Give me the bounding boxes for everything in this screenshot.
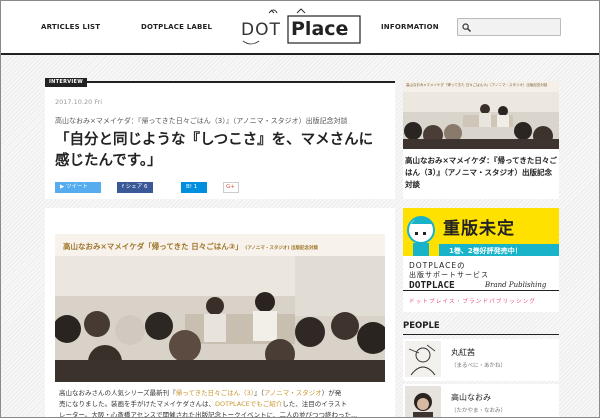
- hatena-icon: B!: [186, 184, 192, 190]
- nav-dotplace-label[interactable]: DOTPLACE LABEL: [141, 23, 212, 31]
- person-avatar: [405, 386, 441, 417]
- article-paragraph: 高山なおみさんの人気シリーズ最新刊『帰ってきた日々ごはん（3）』（アノニマ・スタ…: [59, 388, 383, 418]
- person-avatar: [405, 341, 441, 377]
- nav-articles-list[interactable]: ARTICLES LIST: [41, 23, 100, 31]
- paragraph-line-1: 高山なおみさんの人気シリーズ最新刊『帰ってきた日々ごはん（3）』（アノニマ・スタ…: [59, 388, 383, 399]
- gplus-button[interactable]: G+: [223, 182, 239, 193]
- page-frame: ARTICLES LIST DOTPLACE LABEL DOT Place I…: [0, 0, 600, 418]
- article-header: 2017.10.20 Fri 高山なおみ×マメイケダ：『帰ってきた日々ごはん（3…: [45, 81, 395, 199]
- tweet-label: ツイート: [65, 184, 88, 190]
- ad-brand: DOTPLACE: [409, 280, 455, 291]
- article-date: 2017.10.20 Fri: [55, 98, 103, 106]
- avatar-photo: [405, 386, 441, 417]
- banner-headline-main: 高山なおみ×マメイケダ「帰ってきた 日々ごはん③」: [63, 242, 243, 251]
- brand-publishing-ad[interactable]: 重版未定 1巻、2巻好評発売中！ DOTPLACEの 出版サポートサービス DO…: [403, 208, 559, 312]
- line1-prefix: 高山なおみさんの人気シリーズ最新刊『: [59, 389, 176, 397]
- line1-suffix: ）が発: [321, 389, 342, 397]
- person-name: 丸紅茜: [451, 348, 475, 357]
- dotplace-intro-link[interactable]: DOTPLACEでもご紹介: [215, 400, 282, 408]
- logo-place-text: Place: [291, 18, 349, 40]
- ad-brand-script: Brand Publishing: [485, 281, 547, 289]
- ad-subtitle: 1巻、2巻好評発売中！: [449, 247, 522, 255]
- facebook-share-count: 6: [143, 184, 148, 190]
- banner-headline-sub: (アノニマ・スタジオ) 出版記念対談: [245, 246, 319, 251]
- related-article-caption[interactable]: 高山なおみ×マメイケダ：『帰ってきた日々ごはん（3）』（アノニマ・スタジオ）出版…: [405, 155, 557, 191]
- ad-line-2: 出版サポートサービス: [409, 271, 489, 279]
- hatena-count: 1: [193, 184, 198, 190]
- publisher-link[interactable]: アノニマ・スタジオ: [264, 389, 322, 397]
- site-header: ARTICLES LIST DOTPLACE LABEL DOT Place I…: [1, 1, 599, 55]
- search-icon: [462, 23, 471, 32]
- article-body: 高山なおみ×マメイケダ「帰ってきた 日々ごはん③」 (アノニマ・スタジオ) 出版…: [45, 208, 395, 418]
- person-kana: （まるべに・あかね）: [451, 363, 507, 369]
- search-input[interactable]: [474, 20, 558, 34]
- person-card[interactable]: 高山なおみ （たかやま・なおみ）: [403, 384, 559, 417]
- book-link[interactable]: 帰ってきた日々ごはん（3）: [176, 389, 254, 397]
- article-title: 「自分と同じような『しつこさ』を、マメさんに感じたんです。」: [55, 132, 374, 169]
- tweet-button[interactable]: ▶ ツイート: [55, 182, 101, 193]
- person-card[interactable]: 丸紅茜 （まるべに・あかね）: [403, 339, 559, 381]
- search-box[interactable]: [457, 18, 561, 36]
- line1-mid: 』（: [254, 389, 264, 397]
- hatena-bookmark-button[interactable]: B! 1: [181, 182, 207, 193]
- people-divider: [403, 334, 559, 335]
- avatar-illustration: [405, 341, 441, 377]
- site-logo[interactable]: DOT Place: [239, 7, 363, 49]
- gplus-icon: G+: [226, 184, 235, 190]
- person-kana: （たかやま・なおみ）: [451, 408, 507, 414]
- facebook-share-label: シェア: [125, 184, 143, 190]
- banner-headline: 高山なおみ×マメイケダ「帰ってきた 日々ごはん③」 (アノニマ・スタジオ) 出版…: [63, 241, 318, 252]
- article-hero-image: 高山なおみ×マメイケダ「帰ってきた 日々ごはん③」 (アノニマ・スタジオ) 出版…: [55, 234, 385, 382]
- people-heading: PEOPLE: [403, 321, 440, 331]
- logo-dot-text: DOT: [241, 20, 281, 40]
- event-photo: [55, 234, 385, 382]
- related-article-card[interactable]: 高山なおみ×マメイケダ「帰ってきた 日々ごはん③」（アノニマ・スタジオ）出版記念…: [403, 81, 559, 199]
- paragraph-line-3: レーター。大阪・心斎橋アセンスで開催された出版記念トークイベントに、二人の並びつ…: [59, 411, 358, 418]
- related-image-header: 高山なおみ×マメイケダ「帰ってきた 日々ごはん③」（アノニマ・スタジオ）出版記念…: [406, 83, 548, 87]
- interview-badge: INTERVIEW: [45, 78, 88, 87]
- facebook-share-button[interactable]: f シェア 6: [117, 182, 153, 193]
- line2-suffix: した、注目のイラスト: [282, 400, 348, 408]
- nav-information[interactable]: INFORMATION: [381, 23, 439, 31]
- ad-kana: ドットプレイス・ブランドパブリッシング: [409, 299, 537, 305]
- related-article-image: 高山なおみ×マメイケダ「帰ってきた 日々ごはん③」（アノニマ・スタジオ）出版記念…: [403, 81, 559, 149]
- event-photo-small: [403, 81, 559, 149]
- ad-title: 重版未定: [443, 219, 515, 239]
- line2-prefix: 売になりました。装画を手がけたマメイケダさんは、: [59, 400, 215, 408]
- article-series[interactable]: 高山なおみ×マメイケダ：『帰ってきた日々ごはん（3）』（アノニマ・スタジオ）出版…: [55, 116, 348, 126]
- person-name: 高山なおみ: [451, 393, 491, 402]
- paragraph-line-2: 売になりました。装画を手がけたマメイケダさんは、DOTPLACEでもご紹介した、…: [59, 399, 383, 410]
